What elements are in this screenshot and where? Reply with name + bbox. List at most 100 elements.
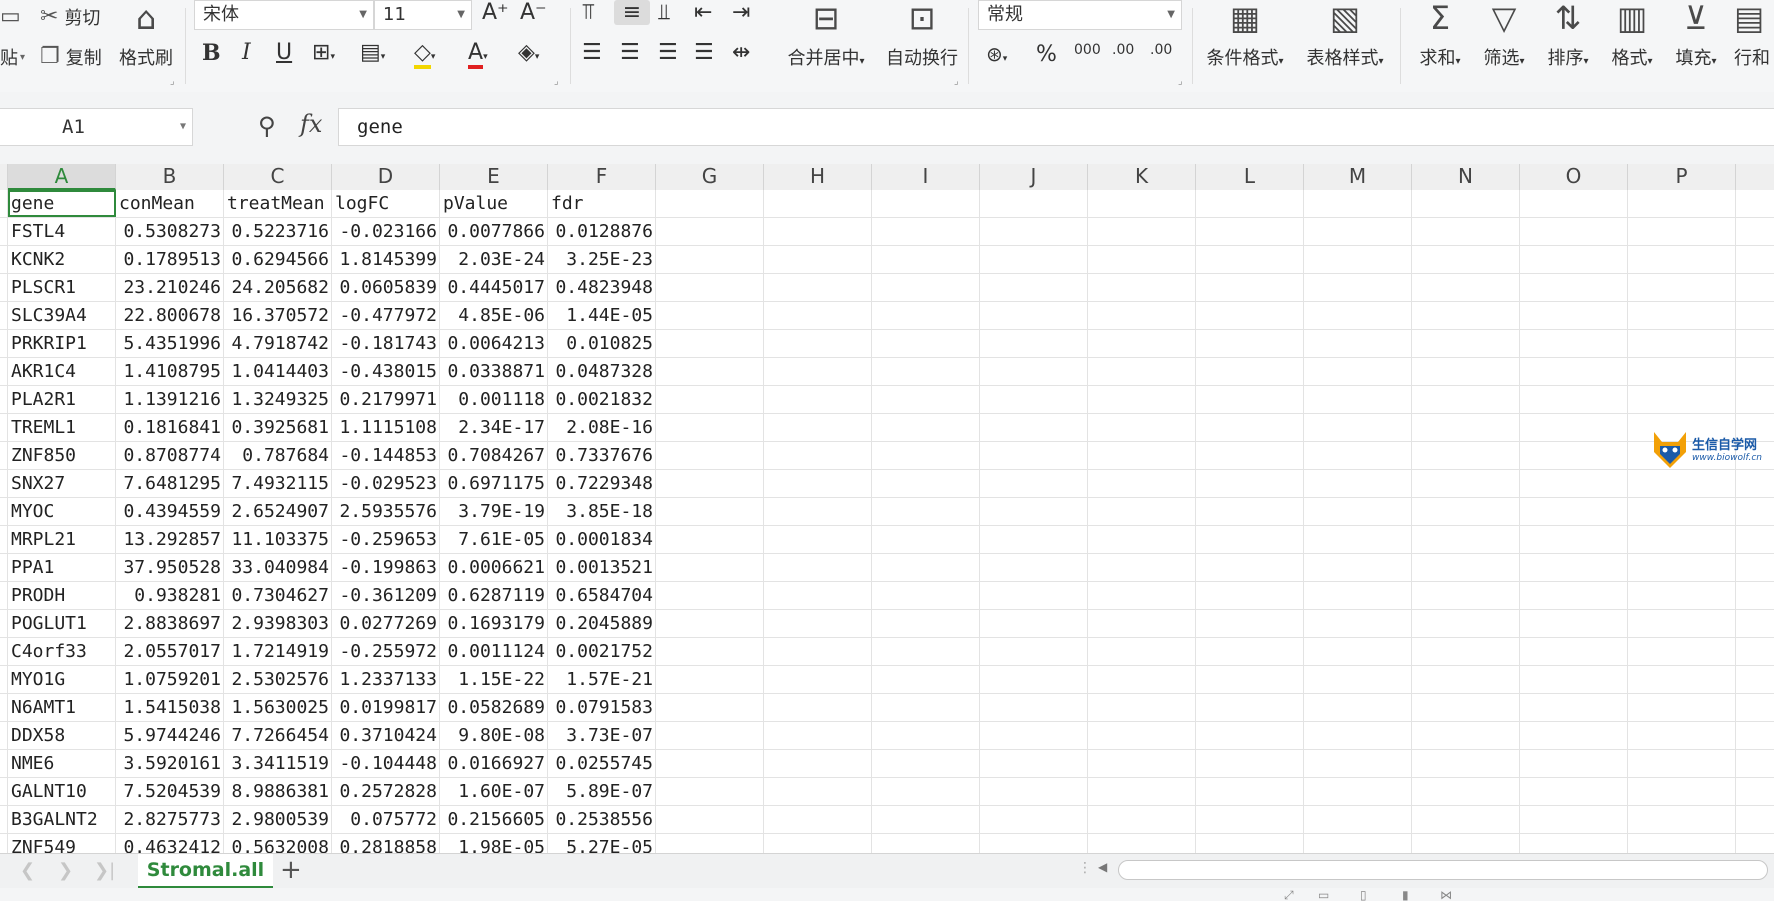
first-sheet-icon[interactable]: ❮ <box>20 860 35 881</box>
table-cell[interactable]: PRODH <box>8 582 116 609</box>
table-cell[interactable]: 0.075772 <box>332 806 440 833</box>
table-cell[interactable]: 0.6294566 <box>224 246 332 273</box>
column-header-j[interactable]: J <box>980 164 1088 190</box>
table-cell[interactable]: 22.800678 <box>116 302 224 329</box>
increase-font-size-button[interactable]: A⁺ <box>482 0 509 25</box>
table-cell[interactable]: 0.001118 <box>440 386 548 413</box>
table-cell[interactable]: 2.08E-16 <box>548 414 656 441</box>
decrease-decimal-button[interactable]: .00 <box>1150 42 1172 58</box>
table-cell[interactable]: 0.7337676 <box>548 442 656 469</box>
table-cell[interactable]: TREML1 <box>8 414 116 441</box>
increase-indent-button[interactable]: ⇥ <box>732 0 750 25</box>
font-launcher-icon[interactable]: ⌟ <box>554 76 559 87</box>
table-cell[interactable]: 0.0011124 <box>440 638 548 665</box>
underline-button[interactable]: U <box>276 40 292 65</box>
table-cell[interactable]: 0.0487328 <box>548 358 656 385</box>
table-cell[interactable]: 5.4351996 <box>116 330 224 357</box>
wrap-text-button[interactable]: ⊡ 自动换行 <box>884 0 960 70</box>
table-cell[interactable]: 0.0021832 <box>548 386 656 413</box>
column-header-i[interactable]: I <box>872 164 980 190</box>
page-break-icon[interactable]: ▮ <box>1402 888 1409 902</box>
italic-button[interactable]: I <box>242 40 251 65</box>
alignment-launcher-icon[interactable]: ⌟ <box>954 76 959 87</box>
table-cell[interactable]: 2.03E-24 <box>440 246 548 273</box>
table-style-button[interactable]: ▧ 表格样式▾ <box>1300 0 1390 70</box>
table-cell[interactable]: 5.9744246 <box>116 722 224 749</box>
table-cell[interactable]: NME6 <box>8 750 116 777</box>
table-cell[interactable]: 0.4823948 <box>548 274 656 301</box>
zoom-formula-icon[interactable]: ⚲ <box>258 112 276 140</box>
header-cell[interactable]: treatMean <box>224 190 332 217</box>
table-cell[interactable]: 0.0791583 <box>548 694 656 721</box>
merge-center-button[interactable]: ⊟ 合并居中▾ <box>780 0 872 70</box>
table-cell[interactable]: 2.8838697 <box>116 610 224 637</box>
table-cell[interactable]: 0.0013521 <box>548 554 656 581</box>
font-size-select[interactable]: 11 ▼ <box>374 0 472 30</box>
table-cell[interactable]: 1.15E-22 <box>440 666 548 693</box>
table-cell[interactable]: 0.938281 <box>116 582 224 609</box>
table-cell[interactable]: 0.0199817 <box>332 694 440 721</box>
table-cell[interactable]: -0.361209 <box>332 582 440 609</box>
align-top-button[interactable]: ⫪ <box>582 0 594 25</box>
increase-decimal-button[interactable]: .00 <box>1112 42 1134 58</box>
table-cell[interactable]: PPA1 <box>8 554 116 581</box>
table-cell[interactable]: 2.8275773 <box>116 806 224 833</box>
justify-button[interactable]: ☰ <box>694 40 714 65</box>
table-cell[interactable]: 1.1115108 <box>332 414 440 441</box>
align-bottom-button[interactable]: ⫫ <box>658 0 670 25</box>
table-cell[interactable]: 0.7304627 <box>224 582 332 609</box>
table-cell[interactable]: 7.4932115 <box>224 470 332 497</box>
decrease-indent-button[interactable]: ⇤ <box>694 0 712 25</box>
name-box[interactable]: A1 ▼ <box>0 108 193 146</box>
table-cell[interactable]: KCNK2 <box>8 246 116 273</box>
table-cell[interactable]: 0.6971175 <box>440 470 548 497</box>
table-cell[interactable]: 3.85E-18 <box>548 498 656 525</box>
paste-button[interactable]: ▭ <box>0 6 21 28</box>
table-cell[interactable]: 2.9800539 <box>224 806 332 833</box>
column-header-l[interactable]: L <box>1196 164 1304 190</box>
decrease-font-size-button[interactable]: A⁻ <box>520 0 547 25</box>
table-cell[interactable]: -0.023166 <box>332 218 440 245</box>
table-cell[interactable]: 16.370572 <box>224 302 332 329</box>
table-cell[interactable]: AKR1C4 <box>8 358 116 385</box>
row-col-button[interactable]: ▤ 行和 <box>1734 0 1774 70</box>
table-cell[interactable]: 5.27E-05 <box>548 834 656 853</box>
table-cell[interactable]: 0.3710424 <box>332 722 440 749</box>
table-cell[interactable]: 0.2179971 <box>332 386 440 413</box>
table-cell[interactable]: 0.2818858 <box>332 834 440 853</box>
table-cell[interactable]: 0.0277269 <box>332 610 440 637</box>
sheet-tab-stromal-all[interactable]: Stromal.all <box>138 854 273 888</box>
table-cell[interactable]: 0.3925681 <box>224 414 332 441</box>
table-cell[interactable]: N6AMT1 <box>8 694 116 721</box>
table-cell[interactable]: 3.25E-23 <box>548 246 656 273</box>
table-cell[interactable]: 33.040984 <box>224 554 332 581</box>
header-cell[interactable]: logFC <box>332 190 440 217</box>
table-cell[interactable]: 0.787684 <box>224 442 332 469</box>
table-cell[interactable]: MYO1G <box>8 666 116 693</box>
table-cell[interactable]: 1.0414403 <box>224 358 332 385</box>
table-cell[interactable]: 0.4394559 <box>116 498 224 525</box>
fill-button[interactable]: ⊻ 填充▾ <box>1668 0 1724 70</box>
table-cell[interactable]: 4.85E-06 <box>440 302 548 329</box>
table-cell[interactable]: 9.80E-08 <box>440 722 548 749</box>
table-cell[interactable]: 13.292857 <box>116 526 224 553</box>
table-cell[interactable]: 1.57E-21 <box>548 666 656 693</box>
align-center-button[interactable]: ☰ <box>620 40 640 65</box>
table-cell[interactable]: -0.199863 <box>332 554 440 581</box>
table-cell[interactable]: 0.0582689 <box>440 694 548 721</box>
table-cell[interactable]: 7.7266454 <box>224 722 332 749</box>
table-cell[interactable]: -0.104448 <box>332 750 440 777</box>
table-cell[interactable]: 0.4632412 <box>116 834 224 853</box>
table-cell[interactable]: 0.2538556 <box>548 806 656 833</box>
table-cell[interactable]: 5.89E-07 <box>548 778 656 805</box>
header-cell[interactable]: pValue <box>440 190 548 217</box>
table-cell[interactable]: 0.0006621 <box>440 554 548 581</box>
table-cell[interactable]: GALNT10 <box>8 778 116 805</box>
header-cell[interactable]: conMean <box>116 190 224 217</box>
table-cell[interactable]: MRPL21 <box>8 526 116 553</box>
table-cell[interactable]: 1.98E-05 <box>440 834 548 853</box>
table-cell[interactable]: SLC39A4 <box>8 302 116 329</box>
table-cell[interactable]: 1.5415038 <box>116 694 224 721</box>
table-cell[interactable]: 2.9398303 <box>224 610 332 637</box>
table-cell[interactable]: 0.1816841 <box>116 414 224 441</box>
